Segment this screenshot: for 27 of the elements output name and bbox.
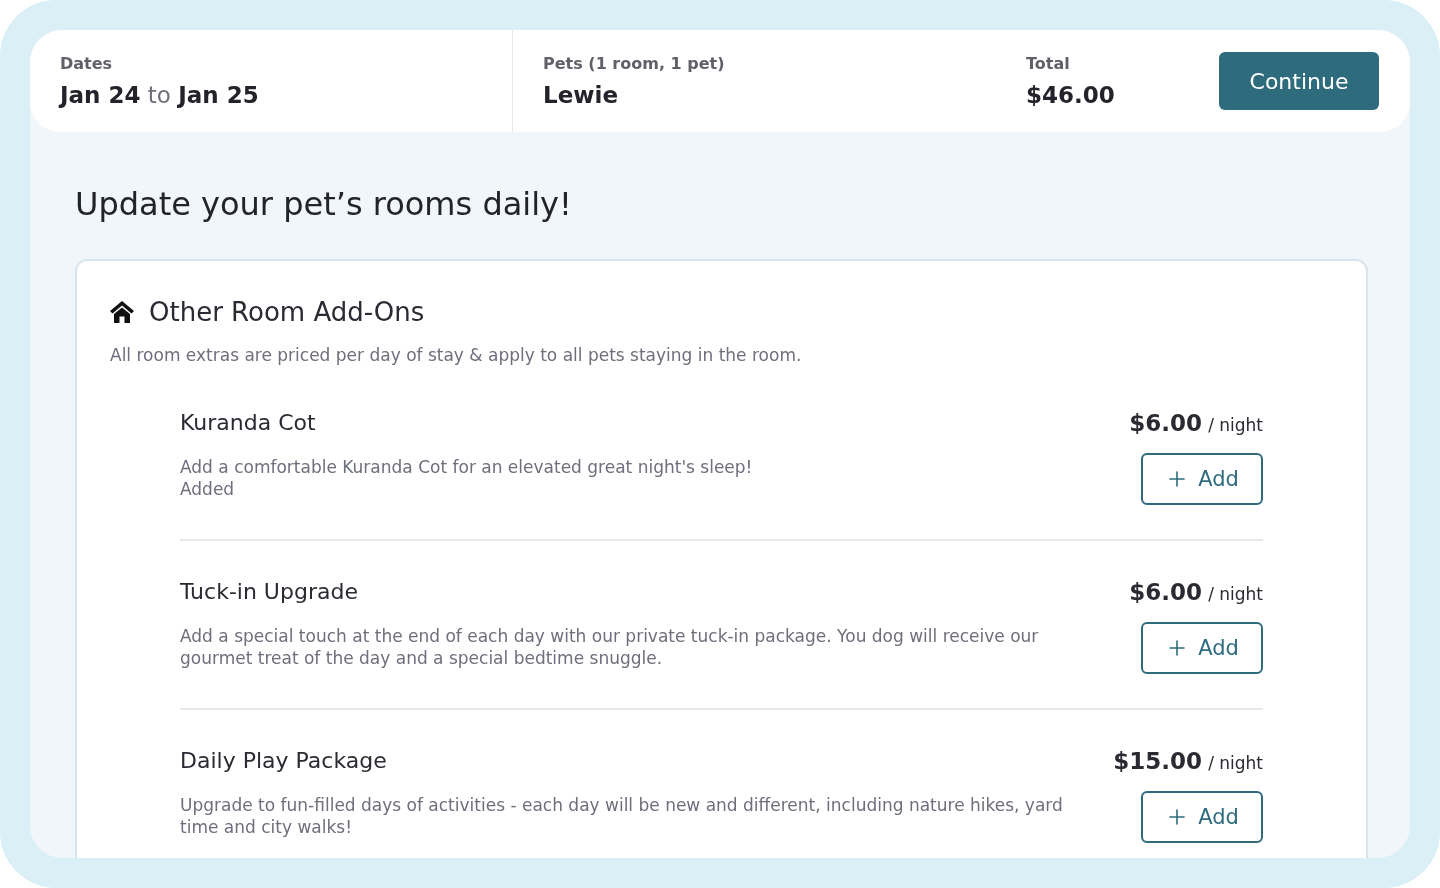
addon-status: Added xyxy=(180,478,236,500)
dates-label: Dates xyxy=(60,54,114,74)
addon-description: Add a comfortable Kuranda Cot for an elevated great night's sleep! xyxy=(180,456,754,478)
pets-label: Pets (1 room, 1 pet) xyxy=(543,54,726,74)
price-unit: / night xyxy=(1208,414,1263,437)
house-icon xyxy=(110,301,134,323)
addon-name: Daily Play Package xyxy=(180,747,388,775)
card-subtitle: All room extras are priced per day of stay & apply to all pets staying in the room. xyxy=(110,344,803,366)
continue-button[interactable]: Continue xyxy=(1219,52,1379,110)
total-value: $46.00 xyxy=(1026,81,1115,110)
addon-description: Add a special touch at the end of each day with our private tuck-in package. You dog will receive our gourmet treat of the day and a special bedtime snuggle. xyxy=(180,625,1040,669)
card-title: Other Room Add-Ons xyxy=(149,296,425,329)
price-unit: / night xyxy=(1208,583,1263,606)
addon-name: Kuranda Cot xyxy=(180,409,317,437)
dates-value: Jan 24 to Jan 25 xyxy=(60,81,260,110)
total-label: Total xyxy=(1026,54,1071,74)
add-button[interactable]: Add xyxy=(1141,791,1263,843)
add-button[interactable]: Add xyxy=(1141,622,1263,674)
addon-price: $15.00 xyxy=(1113,747,1203,776)
addon-name: Tuck-in Upgrade xyxy=(180,578,359,606)
page-heading: Update your pet’s rooms daily! xyxy=(75,184,573,224)
pet-name: Lewie xyxy=(543,81,619,110)
add-button[interactable]: Add xyxy=(1141,453,1263,505)
addon-price: $6.00 xyxy=(1129,578,1203,607)
addon-price: $6.00 xyxy=(1129,409,1203,438)
addon-description: Upgrade to fun-filled days of activities - each day will be new and different, including nature hikes, yard time and city walks! xyxy=(180,794,1064,838)
price-unit: / night xyxy=(1208,752,1263,775)
